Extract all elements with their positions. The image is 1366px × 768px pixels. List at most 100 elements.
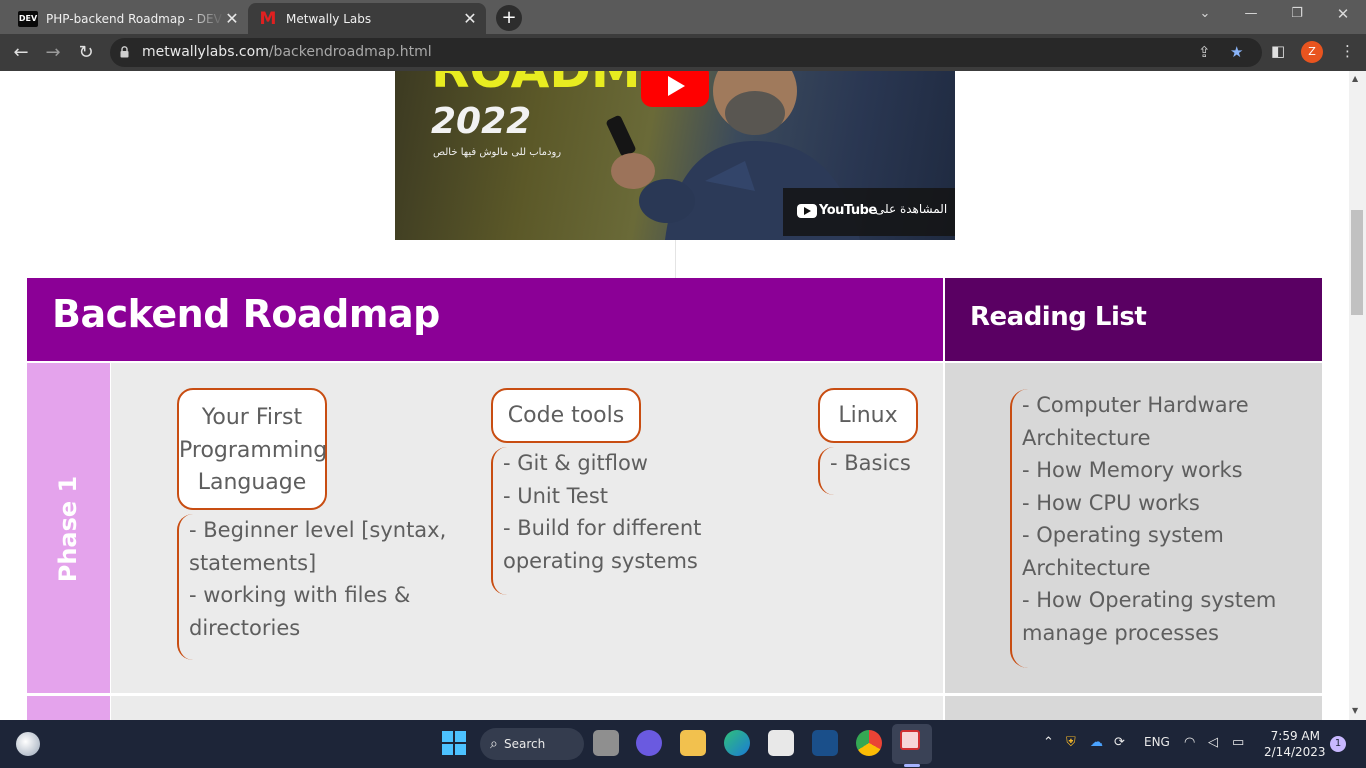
topic-title-line: Linux — [838, 403, 898, 428]
list-item: Architecture — [1022, 425, 1151, 450]
file-explorer-icon[interactable] — [680, 730, 706, 756]
youtube-embed[interactable]: ROADMA 2022 رودماب للى مالوش فيها خالص Y… — [395, 71, 955, 240]
divider — [675, 240, 676, 278]
microsoft-store-icon[interactable] — [768, 730, 794, 756]
page-scrollbar[interactable] — [1349, 71, 1366, 720]
list-item: - working with files & — [189, 583, 411, 607]
list-item: manage processes — [1022, 620, 1219, 645]
topic-linux: Linux — [818, 388, 918, 443]
reading-list-next — [945, 696, 1322, 720]
share-icon[interactable]: ⇪ — [1198, 43, 1211, 61]
watch-on-youtube-link[interactable]: YouTube المشاهدة على — [783, 188, 955, 236]
edge-icon[interactable] — [724, 730, 750, 756]
minimize-button[interactable]: — — [1228, 0, 1274, 30]
address-bar[interactable]: metwallylabs.com/backendroadmap.html ⇪ ★ — [110, 38, 1262, 67]
forward-button[interactable]: → — [40, 40, 66, 66]
new-tab-button[interactable]: + — [496, 5, 522, 31]
reading-list-title: Reading List — [970, 302, 1147, 332]
list-item: statements] — [189, 550, 317, 575]
close-window-button[interactable]: ✕ — [1320, 0, 1366, 30]
youtube-logo-icon: YouTube — [797, 203, 877, 218]
menu-kebab-icon[interactable]: ⋮ — [1340, 42, 1355, 60]
list-item: - Computer Hardware — [1022, 393, 1249, 417]
wifi-icon[interactable]: ◠ — [1184, 735, 1195, 750]
weather-icon[interactable] — [16, 732, 40, 756]
phase-label: Phase 1 — [54, 475, 82, 583]
topic-title-line: Your First — [201, 405, 303, 430]
list-item: Architecture — [1022, 555, 1151, 580]
show-hidden-icons-chevron-icon[interactable]: ⌃ — [1043, 735, 1054, 750]
topic-linux-items: - Basics — [818, 447, 911, 495]
lock-icon[interactable] — [120, 46, 129, 58]
clock-time: 7:59 AM — [1270, 729, 1320, 743]
metwally-logo-icon: M — [259, 8, 277, 29]
reading-list-header: Reading List — [945, 278, 1322, 361]
list-item: - Build for different — [503, 516, 702, 540]
task-view-icon[interactable] — [593, 730, 619, 756]
teams-chat-icon[interactable] — [636, 730, 662, 756]
topic-title-line: Programming — [179, 437, 328, 463]
tab-dev-community[interactable]: DEV PHP-backend Roadmap - DEV Community … — [8, 3, 248, 34]
clock-date: 2/14/2023 — [1264, 745, 1326, 759]
url-text[interactable]: metwallylabs.com/backendroadmap.html — [142, 44, 432, 60]
topic-first-language-items: - Beginner level [syntax, statements] - … — [177, 514, 446, 660]
scrollbar-thumb[interactable] — [1351, 210, 1363, 315]
list-item: - How Memory works — [1022, 458, 1243, 482]
list-item: - How Operating system — [1022, 588, 1277, 612]
list-item: - Operating system — [1022, 523, 1224, 547]
security-shield-icon[interactable]: ⛨ — [1066, 735, 1076, 750]
roadmap-title: Backend Roadmap — [52, 292, 440, 336]
tab-search-chevron-icon[interactable]: ⌄ — [1182, 0, 1228, 30]
list-item: directories — [189, 615, 301, 640]
topic-title-line: Language — [197, 470, 307, 495]
taskbar-search[interactable]: ⌕ Search — [480, 728, 584, 760]
tab-metwally-labs[interactable]: M Metwally Labs ✕ — [248, 3, 486, 34]
tab-strip: DEV PHP-backend Roadmap - DEV Community … — [0, 0, 1366, 34]
phase-column-next — [27, 696, 110, 720]
back-button[interactable]: ← — [8, 40, 34, 66]
video-year: 2022 — [431, 101, 532, 142]
notification-badge[interactable]: 1 — [1330, 736, 1346, 752]
volume-icon[interactable]: ◁ — [1208, 735, 1218, 750]
dev-logo-icon: DEV — [18, 10, 38, 27]
restore-button[interactable]: ❐ — [1274, 0, 1320, 30]
bookmark-star-icon[interactable]: ★ — [1230, 43, 1243, 61]
tab-title: PHP-backend Roadmap - DEV Community — [46, 11, 224, 26]
roadmap-header: Backend Roadmap — [27, 278, 943, 361]
battery-icon[interactable]: ▭ — [1232, 735, 1244, 750]
scroll-up-arrow-icon[interactable]: ▲ — [1352, 74, 1358, 83]
reload-button[interactable]: ↻ — [73, 40, 99, 66]
close-tab-icon[interactable]: ✕ — [462, 9, 478, 28]
phase-column: Phase 1 — [27, 363, 110, 693]
topic-first-language: Your First Programming Language — [177, 388, 327, 510]
play-button[interactable] — [641, 71, 709, 107]
video-subtitle: رودماب للى مالوش فيها خالص — [433, 147, 562, 158]
topic-title-line: Code tools — [507, 403, 625, 428]
active-app-highlight[interactable] — [892, 724, 932, 764]
taskbar: ⌕ Search ⌃ ⛨ ☁ ⟳ ENG ◠ ◁ ▭ 7:59 AM 2/14/… — [0, 720, 1366, 768]
onedrive-cloud-icon[interactable]: ☁ — [1090, 735, 1103, 750]
reading-list: - Computer Hardware Architecture - How M… — [945, 363, 1322, 693]
list-item: - Git & gitflow — [503, 451, 648, 475]
phase-topics: Your First Programming Language - Beginn… — [111, 363, 943, 693]
snipping-tool-icon — [900, 730, 920, 750]
chrome-icon[interactable] — [856, 730, 882, 756]
system-clock[interactable]: 7:59 AM 2/14/2023 — [1264, 728, 1326, 760]
start-windows-icon[interactable] — [441, 730, 467, 756]
language-indicator[interactable]: ENG — [1144, 735, 1170, 749]
topic-code-tools: Code tools — [491, 388, 641, 443]
sync-icon[interactable]: ⟳ — [1114, 735, 1125, 750]
page-viewport: ROADMA 2022 رودماب للى مالوش فيها خالص Y… — [0, 71, 1349, 720]
reading-list-items: - Computer Hardware Architecture - How M… — [1010, 389, 1276, 668]
side-panel-icon[interactable]: ◧ — [1271, 42, 1285, 60]
tab-title: Metwally Labs — [286, 11, 372, 26]
search-label: Search — [504, 737, 546, 751]
close-tab-icon[interactable]: ✕ — [224, 9, 240, 28]
list-item: - Beginner level [syntax, — [189, 518, 447, 542]
scroll-down-arrow-icon[interactable]: ▼ — [1352, 706, 1358, 715]
topic-code-tools-items: - Git & gitflow - Unit Test - Build for … — [491, 447, 701, 595]
profile-avatar[interactable]: Z — [1301, 41, 1323, 63]
watch-on-label: المشاهدة على — [875, 202, 948, 216]
running-app-indicator — [904, 764, 920, 767]
mysql-workbench-icon[interactable] — [812, 730, 838, 756]
